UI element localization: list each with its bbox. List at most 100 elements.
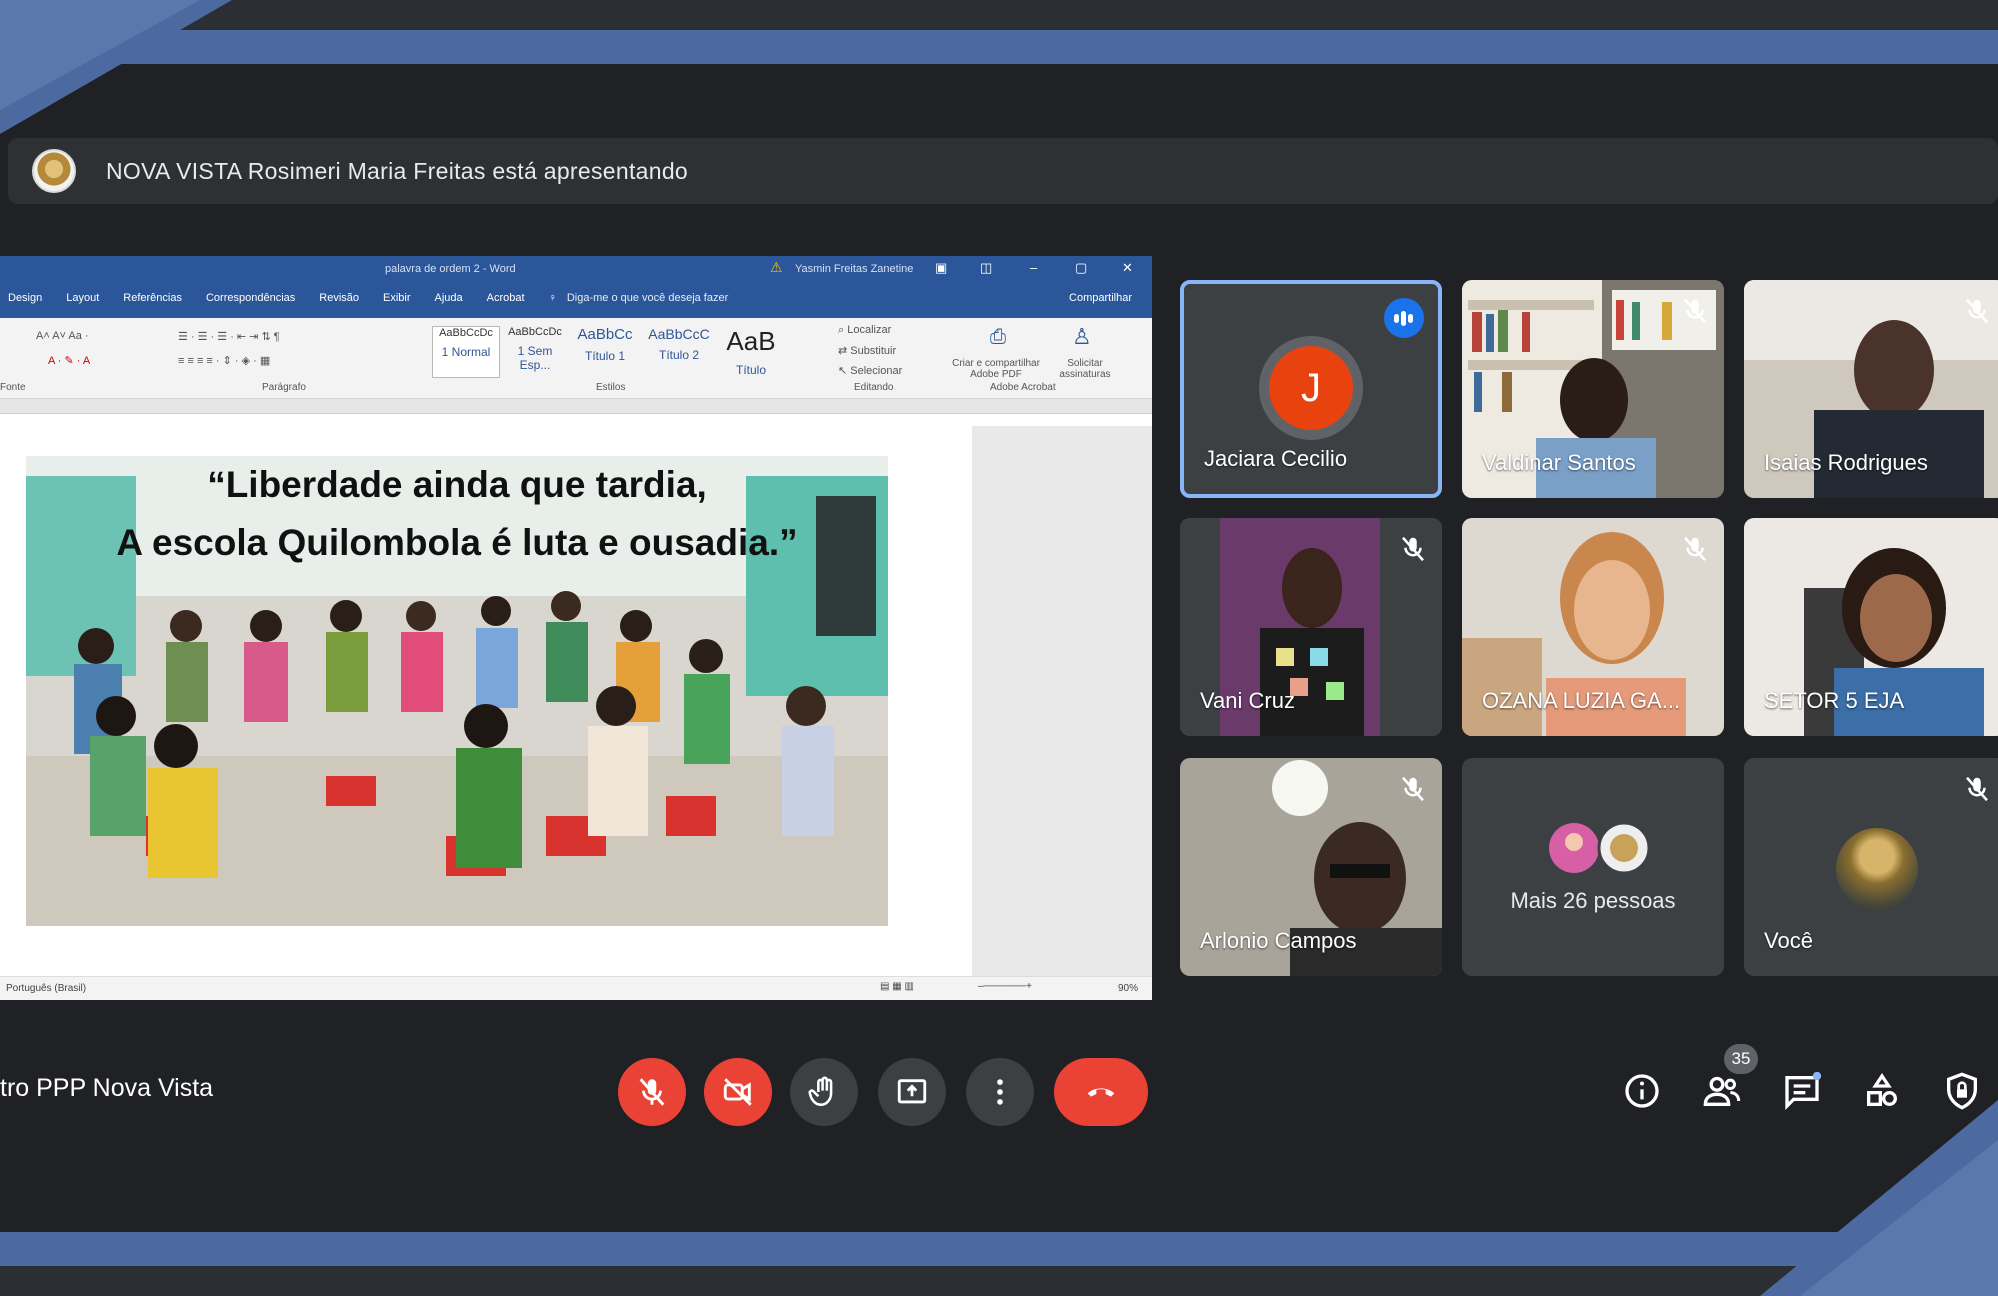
status-language: Português (Brasil) [6, 983, 87, 994]
group-font-label: Fonte [0, 382, 26, 393]
toggle-mic-button[interactable] [618, 1058, 686, 1126]
people-button[interactable] [1702, 1071, 1742, 1111]
present-now-button[interactable] [878, 1058, 946, 1126]
participant-tile-isaias[interactable]: Isaias Rodrigues [1744, 280, 1998, 498]
meeting-name: tro PPP Nova Vista [0, 1074, 214, 1102]
participant-tile-vani[interactable]: Vani Cruz [1180, 518, 1442, 736]
participant-name: Você [1764, 928, 1813, 953]
menu-review: Revisão [319, 292, 360, 304]
select-tool: ↖ Selecionar [838, 365, 903, 377]
top-frame [0, 0, 1998, 30]
participant-name: Valdinar Santos [1482, 450, 1636, 475]
raise-hand-button[interactable] [790, 1058, 858, 1126]
activities-button[interactable] [1862, 1071, 1902, 1111]
participant-tile-arlonio[interactable]: Arlonio Campos [1180, 758, 1442, 976]
menu-view: Exibir [383, 292, 411, 304]
document-area: “Liberdade ainda que tardia, A escola Qu… [0, 426, 1152, 976]
host-controls-button[interactable] [1942, 1071, 1982, 1111]
participant-tile-ozana[interactable]: OZANA LUZIA GA... [1462, 518, 1724, 736]
top-left-corner-decoration [0, 0, 232, 134]
menu-help: Ajuda [434, 292, 463, 304]
close-icon: ✕ [1122, 260, 1133, 275]
word-ribbon: A˄ A˅ Aa · A · ✎ · A ☰ · ☰ · ☰ · ⇤ ⇥ ⇅ ¶… [0, 318, 1152, 399]
group-acrobat-label: Adobe Acrobat [990, 382, 1056, 393]
participant-name: Vani Cruz [1200, 688, 1295, 713]
bottom-right-corner-decoration [1760, 1100, 1998, 1296]
style-title: AaB Título [726, 326, 776, 377]
menu-references: Referências [123, 292, 182, 304]
present-icon [897, 1079, 927, 1104]
request-signatures-tool: Solicitar assinaturas [1059, 358, 1111, 380]
camera-off-icon [723, 1078, 752, 1106]
share-link: Compartilhar [1069, 292, 1132, 304]
more-people-tile[interactable]: Mais 26 pessoas [1462, 758, 1724, 976]
people-icon [1703, 1076, 1741, 1106]
style-no-spacing: AaBbCcDc 1 Sem Esp... [508, 326, 562, 372]
participant-name: Jaciara Cecilio [1204, 446, 1348, 471]
mic-off-icon [1962, 296, 1992, 326]
restore-icon: ▢ [1075, 260, 1088, 275]
more-options-button[interactable] [966, 1058, 1034, 1126]
word-title-bar: palavra de ordem 2 - Word ⚠ Yasmin Freit… [0, 256, 1152, 278]
classroom-photo: “Liberdade ainda que tardia, A escola Qu… [26, 456, 888, 926]
mic-off-icon [1680, 534, 1710, 564]
menu-layout: Layout [66, 292, 100, 304]
list-tools: ☰ · ☰ · ☰ · ⇤ ⇥ ⇅ ¶ [178, 331, 280, 343]
minimize-icon: – [1030, 260, 1038, 275]
presenter-banner: NOVA VISTA Rosimeri Maria Freitas está a… [8, 138, 1998, 204]
view-icons: ▤ ▦ ▥ [880, 981, 914, 992]
activities-icon [1867, 1072, 1897, 1106]
zoom-slider: –──────+ [978, 981, 1032, 992]
shared-screen[interactable]: palavra de ordem 2 - Word ⚠ Yasmin Freit… [0, 256, 1152, 1000]
avatar-initial: J [1269, 346, 1353, 430]
info-icon [1625, 1074, 1659, 1108]
word-menu-bar: Design Layout Referências Correspondênci… [0, 278, 1152, 318]
end-call-icon [1087, 1088, 1115, 1097]
mic-off-icon [639, 1078, 665, 1106]
bottom-accent-band [0, 1232, 1998, 1266]
chat-button[interactable] [1782, 1071, 1822, 1111]
menu-design: Design [8, 292, 43, 304]
presenter-text: NOVA VISTA Rosimeri Maria Freitas está a… [106, 157, 689, 184]
pdf-icon: ⎙ [990, 326, 1006, 348]
word-user-name: Yasmin Freitas Zanetine [795, 263, 914, 275]
participant-name: Arlonio Campos [1200, 928, 1357, 953]
font-color-icon: A · ✎ · A [48, 355, 91, 367]
word-status-bar: Português (Brasil) ▤ ▦ ▥ –──────+ 90% [0, 976, 1152, 1000]
speaking-indicator-icon [1384, 298, 1424, 338]
more-people-label: Mais 26 pessoas [1510, 888, 1676, 913]
document-page: “Liberdade ainda que tardia, A escola Qu… [0, 426, 972, 976]
participant-tile-valdinar[interactable]: Valdinar Santos [1462, 280, 1724, 498]
style-normal: AaBbCcDc 1 Normal [432, 326, 500, 378]
participant-name: OZANA LUZIA GA... [1482, 688, 1681, 713]
more-people-avatars [1549, 821, 1651, 875]
top-accent-band [0, 30, 1998, 64]
word-document-title: palavra de ordem 2 - Word [385, 263, 516, 275]
more-options-icon [997, 1079, 1003, 1105]
ribbon-display-icon: ◫ [980, 260, 993, 275]
raise-hand-icon [808, 1076, 833, 1107]
toggle-camera-button[interactable] [704, 1058, 772, 1126]
tell-me-box: Diga-me o que você deseja fazer [566, 292, 729, 304]
self-tile[interactable]: Você [1744, 758, 1998, 976]
participant-name: SETOR 5 EJA [1764, 688, 1905, 713]
lightbulb-icon: ♀ [548, 292, 557, 304]
participant-tile-setor5[interactable]: SETOR 5 EJA [1744, 518, 1998, 736]
ruler [0, 399, 1152, 414]
replace-tool: ⇄ Substituir [838, 345, 897, 357]
leave-call-button[interactable] [1054, 1058, 1148, 1126]
find-tool: ⌕ Localizar [838, 324, 892, 336]
meeting-details-button[interactable] [1622, 1071, 1662, 1111]
menu-acrobat: Acrobat [486, 292, 525, 304]
font-size-tools: A˄ A˅ Aa · [36, 330, 89, 342]
presenter-avatar [32, 149, 76, 193]
mic-off-icon [1398, 774, 1428, 804]
group-styles-label: Estilos [596, 382, 626, 393]
avatar-icon: ▣ [935, 260, 948, 275]
style-heading-2: AaBbCcC Título 2 [648, 326, 710, 362]
group-editing-label: Editando [854, 382, 894, 393]
participant-tile-jaciara[interactable]: J Jaciara Cecilio [1180, 280, 1442, 498]
slide-quote-line-1: “Liberdade ainda que tardia, [207, 464, 707, 505]
slide-quote-line-2: A escola Quilombola é luta e ousadia.” [116, 522, 798, 563]
self-avatar [1836, 828, 1918, 910]
